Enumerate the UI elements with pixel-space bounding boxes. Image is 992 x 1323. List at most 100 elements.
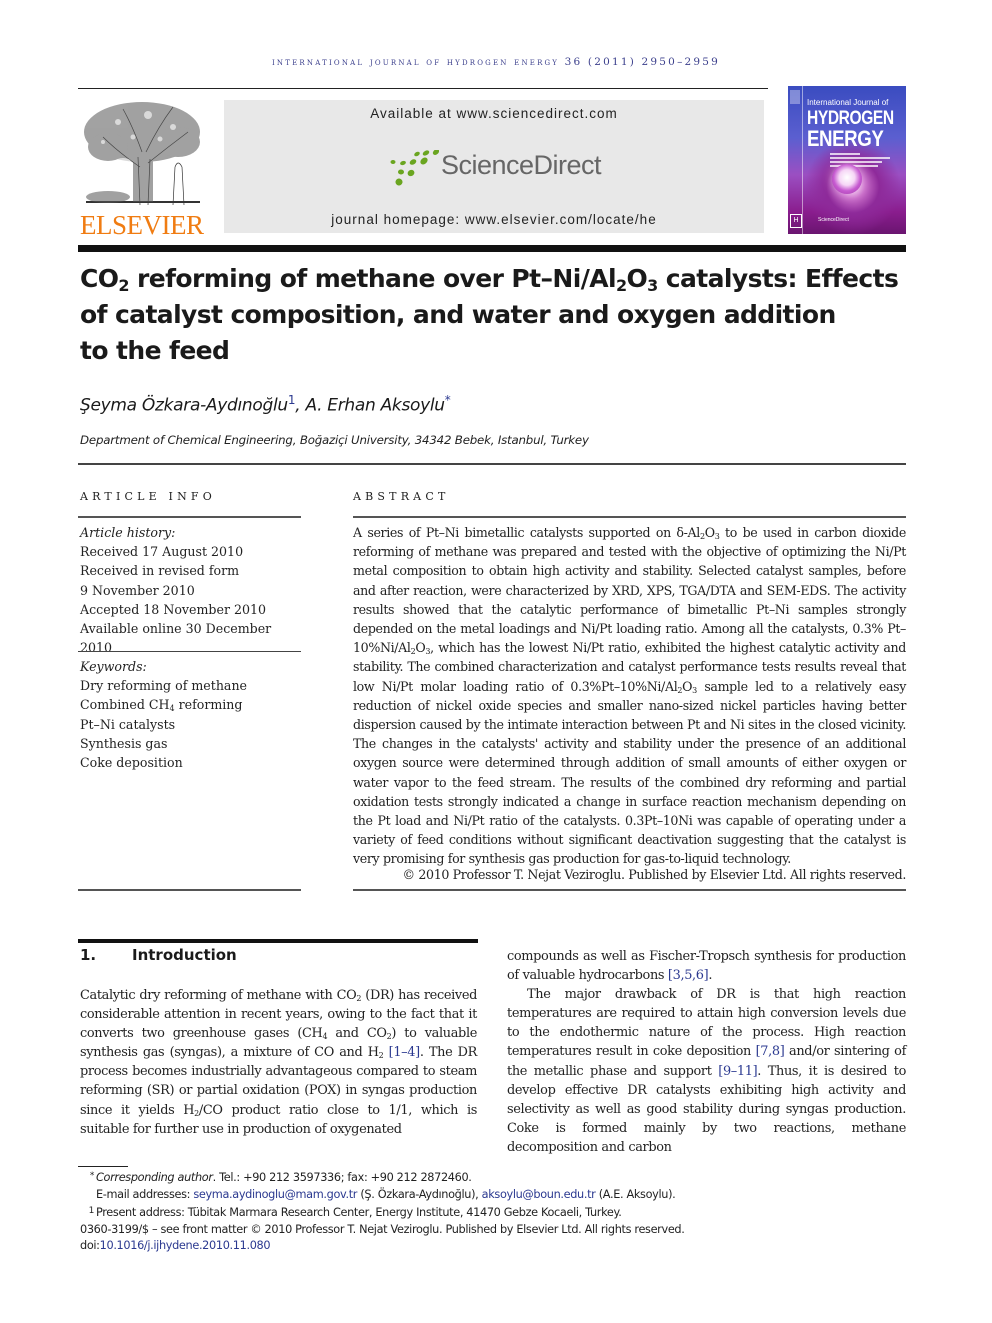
header-rule <box>78 88 768 89</box>
corresponding-author-footnote: * Corresponding author. Tel.: +90 212 359… <box>80 1168 910 1187</box>
keyword-item: Pt–Ni catalysts <box>80 716 176 732</box>
citation-link[interactable]: [7,8] <box>756 1044 785 1059</box>
volume-year-pages: 36 (2011) 2950–2959 <box>564 56 721 68</box>
history-item: Received in revised form <box>80 563 240 579</box>
available-at-text[interactable]: Available at www.sciencedirect.com <box>224 106 764 121</box>
journal-cover-image: International Journal of HYDROGEN ENERGY… <box>788 86 906 234</box>
abstract-heading: ABSTRACT <box>353 490 450 503</box>
author-footnote-mark[interactable]: * <box>445 393 451 407</box>
journal-homepage-link[interactable]: journal homepage: www.elsevier.com/locat… <box>224 212 764 227</box>
history-item: Accepted 18 November 2010 <box>80 601 267 617</box>
title-subscript: 2 <box>118 276 129 295</box>
abstract-text: to be used in carbon dioxide reforming o… <box>353 525 906 656</box>
keyword-text: Combined CH <box>80 697 170 713</box>
title-text: catalysts: Effects <box>657 264 899 293</box>
introduction-paragraph: The major drawback of DR is that high re… <box>507 985 906 1157</box>
citation-link[interactable]: [3,5,6] <box>668 968 709 983</box>
article-info-rule <box>78 516 301 518</box>
abstract-copyright: © 2010 Professor T. Nejat Veziroglu. Pub… <box>402 867 906 882</box>
doi-link[interactable]: 10.1016/j.ijhydene.2010.11.080 <box>100 1239 271 1252</box>
citation-link[interactable]: [1–4] <box>389 1045 421 1060</box>
citation-link[interactable]: [9–11] <box>718 1064 757 1079</box>
sciencedirect-logo: ScienceDirect <box>389 148 609 188</box>
email-link[interactable]: seyma.aydinoglu@mam.gov.tr <box>193 1188 357 1201</box>
article-info-divider <box>78 651 301 652</box>
article-title: CO2 reforming of methane over Pt–Ni/Al2O… <box>80 261 910 369</box>
cover-editor-line <box>830 153 860 155</box>
title-text: CO <box>80 264 119 293</box>
footnote-mark: * <box>89 1171 95 1181</box>
author-list: Şeyma Özkara-Aydınoğlu1, A. Erhan Aksoyl… <box>80 393 451 416</box>
journal-name: international journal of hydrogen energy <box>271 56 560 68</box>
abstract-text: O <box>704 525 715 540</box>
abstract-text: O <box>682 678 693 694</box>
article-history: Article history: Received 17 August 2010… <box>80 523 305 657</box>
section-number: 1. <box>80 946 97 964</box>
footnote-text: Present address: Tübitak Marmara Researc… <box>96 1206 622 1219</box>
title-line-3: to the feed <box>80 336 230 365</box>
author-separator: , <box>295 395 306 416</box>
introduction-column-right: compounds as well as Fischer-Tropsch syn… <box>507 947 906 1157</box>
body-text: and CO <box>327 1026 387 1042</box>
sciencedirect-banner: Available at www.sciencedirect.com Scien… <box>224 100 764 233</box>
section-title: Introduction <box>132 946 237 964</box>
footnote-text: (A.E. Aksoylu). <box>595 1187 676 1201</box>
running-header: international journal of hydrogen energy… <box>0 56 992 68</box>
footnotes: * Corresponding author. Tel.: +90 212 359… <box>80 1168 910 1255</box>
history-item: 9 November 2010 <box>80 582 195 598</box>
footnote-text: . Tel.: +90 212 3597336; fax: +90 212 28… <box>212 1171 472 1184</box>
email-link[interactable]: aksoylu@boun.edu.tr <box>482 1188 596 1201</box>
keyword-text: reforming <box>174 697 243 713</box>
sciencedirect-wordmark: ScienceDirect <box>441 150 602 180</box>
present-address-footnote: 1 Present address: Tübitak Marmara Resear… <box>80 1203 910 1222</box>
title-subscript: 3 <box>647 276 658 295</box>
cover-elsevier-emblem-icon <box>790 90 800 104</box>
introduction-paragraph: compounds as well as Fischer-Tropsch syn… <box>507 947 906 985</box>
cover-small-title: International Journal of <box>807 98 889 107</box>
cover-spine-line <box>802 86 803 234</box>
abstract-bottom-rule <box>353 889 906 891</box>
introduction-rule <box>78 939 478 943</box>
body-text: . <box>708 968 713 984</box>
affiliation: Department of Chemical Engineering, Boğa… <box>80 433 589 447</box>
history-item: Received 17 August 2010 <box>80 544 244 560</box>
article-info-bottom-rule <box>78 889 301 891</box>
keywords-label: Keywords: <box>80 659 147 674</box>
history-label: Article history: <box>80 525 176 540</box>
cover-orb-graphic <box>832 164 862 194</box>
title-subscript: 2 <box>615 276 627 295</box>
abstract-text: A series of Pt–Ni bimetallic catalysts s… <box>353 525 700 540</box>
title-text: O <box>626 264 648 293</box>
section-rule <box>78 463 906 465</box>
footnote-mark: 1 <box>88 1206 95 1216</box>
introduction-paragraph: Catalytic dry reforming of methane with … <box>80 986 477 1139</box>
body-text: Catalytic dry reforming of methane with … <box>80 988 357 1003</box>
cover-badge: H <box>790 214 802 228</box>
title-text: reforming of methane over Pt–Ni/Al <box>128 264 617 293</box>
author-name[interactable]: Şeyma Özkara-Aydınoğlu <box>80 396 288 416</box>
footnote-label: Corresponding author <box>96 1171 213 1184</box>
keyword-item: Synthesis gas <box>80 735 168 751</box>
keyword-item: Dry reforming of methane <box>80 678 248 694</box>
footnote-text: (Ş. Özkara-Aydınoğlu), <box>357 1187 482 1201</box>
front-matter-line: 0360-3199/$ – see front matter © 2010 Pr… <box>80 1222 685 1236</box>
author-name[interactable]: A. Erhan Aksoylu <box>305 396 445 416</box>
sciencedirect-dots-icon <box>390 150 439 186</box>
abstract-text: O <box>415 640 426 656</box>
introduction-heading: 1. Introduction <box>80 946 237 964</box>
footnote-rule <box>78 1166 128 1167</box>
header-thick-rule <box>78 245 906 252</box>
keyword-item: Coke deposition <box>80 755 183 771</box>
cover-sciencedirect-brand: ScienceDirect <box>818 217 849 223</box>
keywords-list: Keywords: Dry reforming of methane Combi… <box>80 657 305 772</box>
doi-line: doi:10.1016/j.ijhydene.2010.11.080 <box>80 1238 910 1255</box>
email-footnote: E-mail addresses: seyma.aydinoglu@mam.go… <box>80 1187 910 1204</box>
cover-title-energy: ENERGY <box>807 126 884 151</box>
footnote-text: E-mail addresses: <box>96 1187 194 1201</box>
keyword-item: Combined CH4 reforming <box>80 695 305 714</box>
abstract-text: sample led to a relatively easy reductio… <box>353 678 906 867</box>
elsevier-wordmark: ELSEVIER <box>80 210 204 240</box>
cover-editor-line <box>830 157 890 159</box>
abstract-body: A series of Pt–Ni bimetallic catalysts s… <box>353 523 906 869</box>
article-info-heading: ARTICLE INFO <box>80 490 216 503</box>
